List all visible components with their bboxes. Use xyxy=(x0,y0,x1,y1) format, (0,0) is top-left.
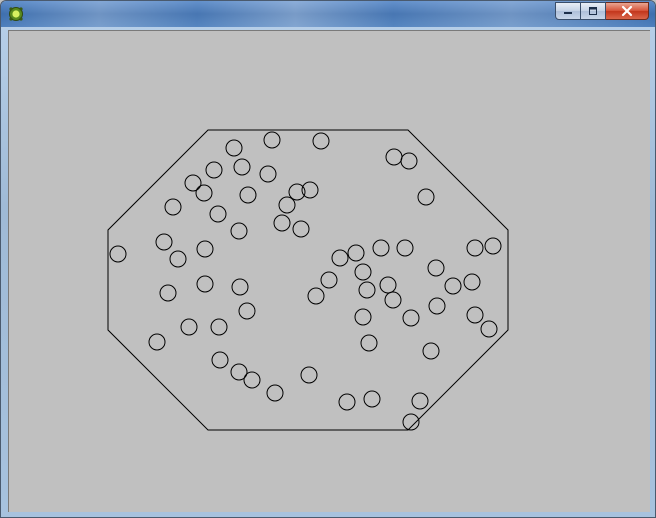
app-window xyxy=(0,0,656,518)
maximize-icon xyxy=(589,7,597,15)
drawing-area[interactable] xyxy=(8,30,650,512)
maximize-button[interactable] xyxy=(581,2,606,20)
close-icon xyxy=(621,5,633,17)
minimize-icon xyxy=(564,12,572,14)
title-bar[interactable] xyxy=(1,1,655,27)
minimize-button[interactable] xyxy=(555,2,581,20)
close-button[interactable] xyxy=(606,2,649,20)
app-icon xyxy=(8,6,24,22)
caption-buttons xyxy=(555,2,649,21)
